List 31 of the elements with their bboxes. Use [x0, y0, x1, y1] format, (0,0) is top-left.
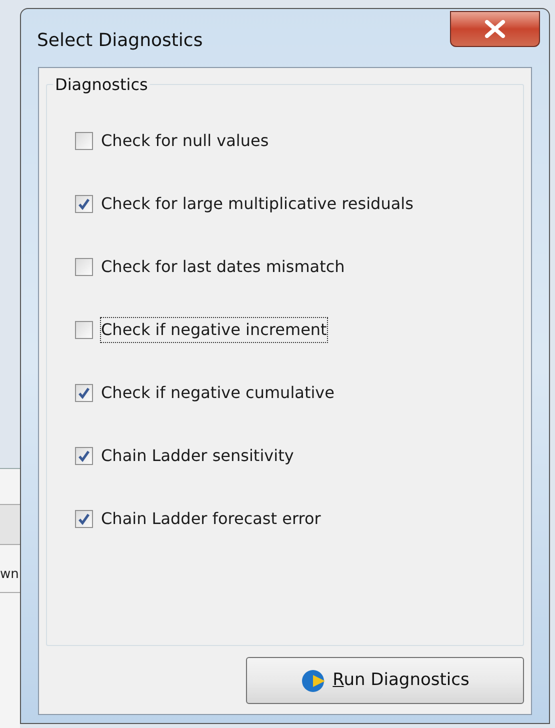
check-icon: [78, 450, 90, 462]
close-icon: [484, 20, 506, 38]
checkbox[interactable]: [75, 194, 93, 212]
option-label: Check if negative cumulative: [101, 382, 334, 404]
run-diagnostics-button[interactable]: Run Diagnostics: [246, 657, 524, 704]
option-label: Check if negative increment: [101, 318, 327, 342]
check-icon: [78, 386, 90, 398]
option-label: Check for large multiplicative residuals: [101, 192, 414, 214]
checkbox[interactable]: [75, 132, 93, 150]
checkbox-option[interactable]: Check if negative cumulative: [75, 361, 523, 424]
checkbox-option[interactable]: Check for large multiplicative residuals: [75, 172, 523, 235]
checkbox-option[interactable]: Chain Ladder sensitivity: [75, 424, 523, 487]
option-label: Chain Ladder forecast error: [101, 508, 321, 530]
checkbox-option[interactable]: Check for null values: [75, 109, 523, 172]
table-header: [0, 505, 20, 545]
check-icon: [78, 512, 90, 524]
option-label: Check for last dates mismatch: [101, 256, 345, 278]
check-icon: [78, 198, 90, 210]
checkbox-option[interactable]: Check if negative increment: [75, 298, 523, 361]
window-title: Select Diagnostics: [37, 29, 203, 53]
checkbox[interactable]: [75, 258, 93, 276]
option-label: Check for null values: [101, 130, 269, 152]
checkbox[interactable]: [75, 446, 93, 464]
checkbox[interactable]: [75, 384, 93, 402]
close-button[interactable]: [450, 11, 540, 47]
run-icon: [300, 668, 327, 694]
checkbox-option[interactable]: Chain Ladder forecast error: [75, 487, 523, 550]
checkbox-option[interactable]: Check for last dates mismatch: [75, 235, 523, 298]
checkbox[interactable]: [75, 320, 93, 338]
option-label: Chain Ladder sensitivity: [101, 444, 294, 466]
checkbox[interactable]: [75, 510, 93, 528]
